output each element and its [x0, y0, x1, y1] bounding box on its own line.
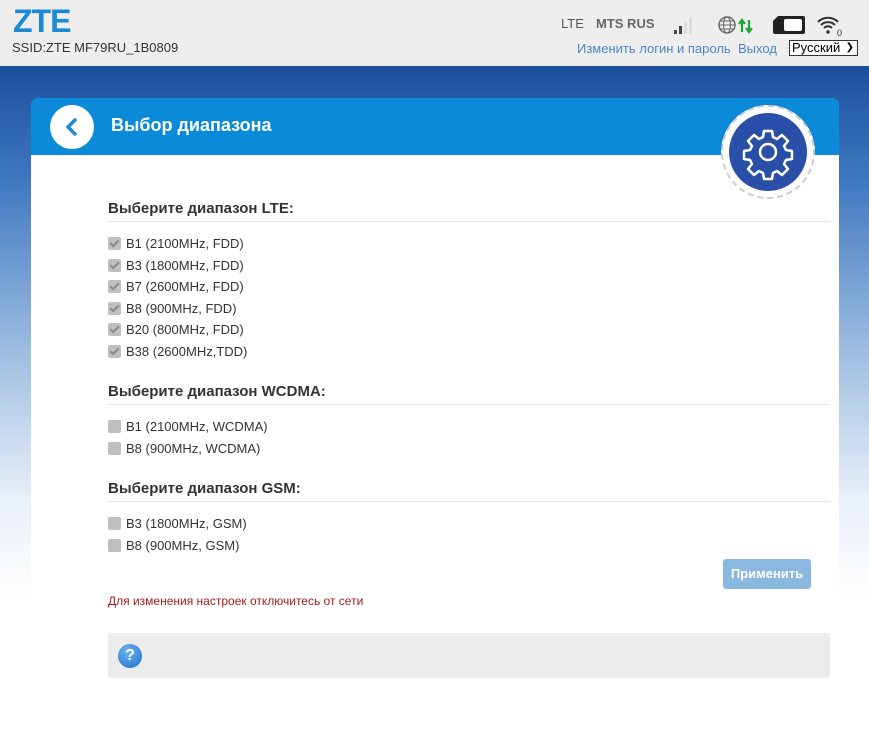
language-value: Русский	[792, 40, 841, 55]
network-type: LTE	[561, 16, 584, 31]
band-label: B8 (900MHz, FDD)	[126, 300, 237, 316]
band-label: B38 (2600MHz,TDD)	[126, 344, 248, 359]
back-button[interactable]	[50, 105, 94, 149]
lte-band-checkbox[interactable]: B3 (1800MHz, FDD)	[108, 258, 244, 273]
lte-section-title: Выберите диапазон LTE:	[108, 200, 830, 222]
checkbox[interactable]	[108, 345, 121, 358]
band-selection-card: Выбор диапазона Выберите диапазон LTE: B…	[31, 98, 839, 705]
help-panel: ?	[108, 633, 830, 678]
battery-icon	[773, 16, 805, 34]
lte-band-checkbox[interactable]: B20 (800MHz, FDD)	[108, 322, 244, 337]
lte-band-checkbox[interactable]: B1 (2100MHz, FDD)	[108, 236, 244, 251]
wifi-icon: 0	[817, 16, 842, 37]
card-header: Выбор диапазона	[31, 98, 839, 155]
checkbox[interactable]	[108, 280, 121, 294]
chevron-left-icon	[65, 118, 77, 136]
warning-text: Для изменения настроек отключитесь от се…	[108, 594, 364, 608]
signal-icon	[674, 18, 692, 34]
band-label: B3 (1800MHz, FDD)	[126, 257, 244, 273]
language-select[interactable]: Русский ❯	[789, 40, 858, 56]
settings-badge	[721, 105, 815, 199]
ssid-label: SSID:ZTE MF79RU_1B0809	[12, 40, 179, 55]
gear-icon	[742, 129, 794, 181]
lte-band-checkbox[interactable]: B8 (900MHz, FDD)	[108, 301, 237, 316]
checkbox[interactable]	[108, 301, 121, 315]
data-transfer-icon	[738, 18, 753, 34]
checkbox[interactable]	[108, 258, 121, 272]
band-label: B1 (2100MHz, WCDMA)	[126, 419, 268, 434]
band-label: B8 (900MHz, WCDMA)	[126, 440, 261, 456]
wcdma-band-checkbox[interactable]: B8 (900MHz, WCDMA)	[108, 441, 260, 456]
checkbox[interactable]	[108, 237, 121, 250]
checkbox[interactable]	[108, 441, 121, 455]
band-label: B20 (800MHz, FDD)	[126, 322, 244, 338]
change-login-link[interactable]: Изменить логин и пароль	[577, 41, 731, 56]
top-bar: ZTE SSID:ZTE MF79RU_1B0809 LTE MTS RUS 0…	[0, 0, 869, 66]
zte-logo: ZTE	[13, 3, 71, 39]
wcdma-band-checkbox[interactable]: B1 (2100MHz, WCDMA)	[108, 419, 268, 434]
checkbox[interactable]	[108, 323, 121, 337]
gsm-section-title: Выберите диапазон GSM:	[108, 480, 830, 502]
band-label: B3 (1800MHz, GSM)	[126, 516, 247, 531]
wcdma-section-title: Выберите диапазон WCDMA:	[108, 383, 830, 405]
operator-name: MTS RUS	[596, 16, 655, 31]
band-label: B1 (2100MHz, FDD)	[126, 236, 244, 251]
page-title: Выбор диапазона	[111, 115, 272, 135]
gsm-band-checkbox[interactable]: B8 (900MHz, GSM)	[108, 538, 239, 553]
lte-band-checkbox[interactable]: B7 (2600MHz, FDD)	[108, 279, 244, 294]
band-label: B7 (2600MHz, FDD)	[126, 279, 244, 295]
help-icon[interactable]: ?	[118, 644, 142, 668]
checkbox[interactable]	[108, 538, 121, 552]
globe-icon	[718, 16, 736, 34]
lte-band-checkbox[interactable]: B38 (2600MHz,TDD)	[108, 344, 247, 359]
chevron-down-icon: ❯	[845, 42, 854, 53]
gsm-band-checkbox[interactable]: B3 (1800MHz, GSM)	[108, 516, 247, 531]
apply-button[interactable]: Применить	[723, 559, 811, 589]
checkbox[interactable]	[108, 517, 121, 530]
band-label: B8 (900MHz, GSM)	[126, 537, 240, 553]
logout-link[interactable]: Выход	[738, 41, 777, 56]
checkbox[interactable]	[108, 420, 121, 433]
svg-text:0: 0	[837, 28, 842, 37]
